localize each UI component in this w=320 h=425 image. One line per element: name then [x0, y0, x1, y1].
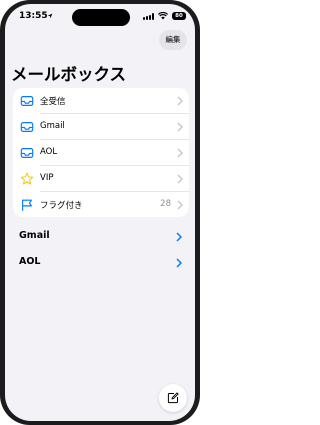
mailbox-label: フラグ付き [40, 201, 83, 211]
mailbox-row-flagged[interactable]: フラグ付き 28 [13, 192, 189, 217]
chevron-right-icon [176, 232, 182, 242]
edit-button[interactable]: 編集 [159, 30, 187, 50]
chevron-right-icon [177, 96, 183, 106]
account-section-gmail[interactable]: Gmail [5, 225, 195, 249]
chevron-right-icon [177, 148, 183, 158]
screen: 13:55 80 編集 メールボックス 全受信 Gmail AOL VIP フラ… [5, 4, 195, 421]
compose-button[interactable] [159, 384, 187, 412]
star-icon [20, 172, 34, 185]
mailbox-row-aol[interactable]: AOL [13, 140, 189, 166]
mailbox-label: AOL [40, 147, 58, 157]
mailbox-row-gmail[interactable]: Gmail [13, 114, 189, 140]
compose-icon [167, 392, 179, 404]
mailbox-row-vip[interactable]: VIP [13, 166, 189, 192]
chevron-right-icon [177, 122, 183, 132]
chevron-right-icon [176, 258, 182, 268]
mailbox-list: 全受信 Gmail AOL VIP フラグ付き 28 [13, 88, 189, 217]
mailbox-label: VIP [40, 173, 54, 183]
unread-count: 28 [160, 199, 171, 209]
status-time: 13:55 [19, 11, 48, 21]
inbox-icon [20, 122, 34, 132]
account-section-aol[interactable]: AOL [5, 251, 195, 275]
location-arrow-icon [47, 13, 53, 19]
mailbox-label: 全受信 [40, 97, 66, 107]
inbox-icon [20, 148, 34, 158]
mailbox-label: Gmail [40, 121, 65, 131]
cellular-signal-icon [143, 13, 154, 20]
inbox-icon [20, 96, 34, 106]
status-bar: 13:55 80 [5, 4, 195, 30]
dynamic-island [72, 9, 130, 26]
chevron-right-icon [177, 174, 183, 184]
chevron-right-icon [177, 200, 183, 210]
battery-icon: 80 [172, 12, 186, 20]
phone-frame: 13:55 80 編集 メールボックス 全受信 Gmail AOL VIP フラ… [0, 0, 200, 425]
flag-icon [22, 199, 32, 211]
mailbox-row-all-inboxes[interactable]: 全受信 [13, 88, 189, 114]
page-title: メールボックス [11, 65, 127, 84]
wifi-icon [158, 12, 168, 20]
account-label: AOL [19, 256, 41, 267]
account-label: Gmail [19, 230, 50, 241]
